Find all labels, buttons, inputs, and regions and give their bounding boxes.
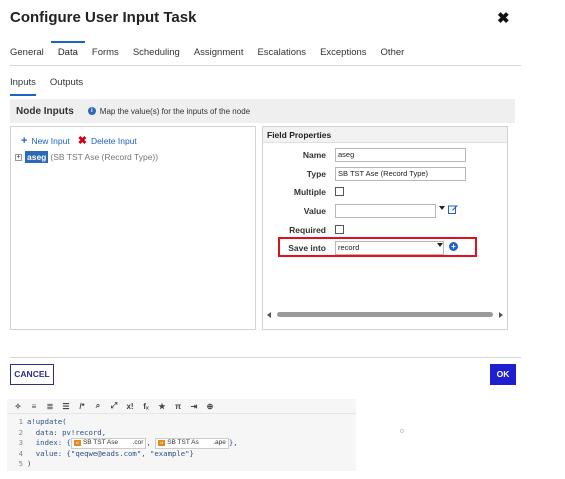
ok-button[interactable]: OK [490,364,516,385]
field-properties-panel: Field Properties Name aseg Type SB TST A… [262,126,508,330]
name-label: Name [302,150,326,160]
code-text: }, [228,438,238,447]
tree-node-name[interactable]: aseg [25,151,49,163]
type-label: Type [306,169,326,179]
name-field[interactable]: aseg [335,148,466,162]
code-line: 5 ) [7,459,356,470]
fold-hint: o [400,428,404,435]
new-input-label: New Input [31,135,70,146]
delete-input-button[interactable]: ✖ Delete Input [78,134,137,147]
scroll-right-icon[interactable] [499,312,503,318]
line-number: 1 [18,417,23,426]
node-input-tree-panel: + New Input ✖ Delete Input + aseg (SB TS… [10,126,256,330]
factorial-icon[interactable]: x! [122,402,138,411]
edit-expression-icon[interactable] [448,204,458,214]
node-inputs-help: Map the value(s) for the inputs of the n… [99,106,251,116]
tree-node-type: (SB TST Ase (Record Type)) [50,152,159,162]
code-text: ) [27,459,32,468]
multiple-row: Multiple [263,185,507,199]
cancel-button[interactable]: CANCEL [10,364,54,385]
code-text: value: {"qeqwe@eads.com", "example"} [27,448,194,458]
pi-icon[interactable]: π [170,402,186,411]
tab-other[interactable]: Other [374,41,412,66]
scrollbar-thumb[interactable] [277,312,493,317]
code-area[interactable]: 1 a!update( 2 data: pv!record, 3 index: … [7,417,356,470]
field-properties-title: Field Properties [263,127,507,143]
star-icon[interactable]: ★ [154,402,170,411]
comment-icon[interactable]: /* [74,402,90,411]
main-tabs: General Data Forms Scheduling Assignment… [10,41,521,66]
export-icon[interactable]: ⇥ [186,402,202,411]
code-text: a!update( [27,417,67,426]
editor-toolbar: ✧ ≡ ≣ ☰ /* ⌕ ⤢ x! fₓ ★ π ⇥ ⊕ [7,399,356,414]
info-icon: i [87,107,96,115]
type-row: Type SB TST Ase (Record Type) [263,167,507,181]
value-label: Value [303,206,326,216]
new-input-button[interactable]: + New Input [21,135,70,147]
line-number: 3 [18,438,23,447]
code-text: , [146,438,156,447]
record-field-chip[interactable]: rt SB TST As .ape [155,438,229,449]
sub-tabs: Inputs Outputs [10,72,521,96]
value-field[interactable] [335,204,436,218]
tree-node-row[interactable]: + aseg (SB TST Ase (Record Type)) [15,151,158,163]
horizontal-scrollbar[interactable] [267,310,503,320]
save-into-highlight [278,237,477,257]
record-field-chip[interactable]: rt SB TST Ase .cor [70,438,147,449]
footer-divider [10,357,521,358]
code-text: data: pv!record, [27,427,107,437]
delete-icon: ✖ [77,135,87,147]
line-number: 4 [18,448,23,458]
record-type-icon: rt [158,440,166,446]
code-line: 2 data: pv!record, [7,428,356,439]
tab-forms[interactable]: Forms [85,41,126,66]
tab-general[interactable]: General [10,41,51,66]
search-icon[interactable]: ⌕ [90,401,106,411]
code-line: 3 index: { rt SB TST Ase .cor , rt SB TST … [7,438,356,449]
tab-assignment[interactable]: Assignment [187,41,251,66]
type-field[interactable]: SB TST Ase (Record Type) [335,167,466,181]
tab-exceptions[interactable]: Exceptions [313,41,373,66]
code-text: index: { [27,438,71,447]
close-icon[interactable]: ✖ [497,9,510,27]
subtab-outputs[interactable]: Outputs [50,72,83,96]
globe-icon[interactable]: ⊕ [202,402,218,411]
expression-editor[interactable]: ✧ ≡ ≣ ☰ /* ⌕ ⤢ x! fₓ ★ π ⇥ ⊕ 1 a!update(… [7,399,356,471]
node-inputs-bar: Node Inputs i Map the value(s) for the i… [10,99,515,123]
required-label: Required [289,225,326,235]
function-icon[interactable]: fₓ [138,402,154,411]
chip-label: SB TST Ase .cor [82,439,144,446]
delete-input-label: Delete Input [90,135,137,146]
indent-icon[interactable]: ≡ [26,402,42,411]
chip-label: SB TST As .ape [167,439,226,446]
tab-escalations[interactable]: Escalations [250,41,313,66]
name-row: Name aseg [263,148,507,162]
required-checkbox[interactable] [335,225,344,234]
node-inputs-title: Node Inputs [16,105,74,117]
expand-icon[interactable]: + [15,153,22,161]
code-line: 4 value: {"qeqwe@eads.com", "example"} [7,449,356,460]
shuffle-icon[interactable]: ⤢ [106,401,122,411]
multiple-label: Multiple [293,187,326,197]
value-dropdown-caret-icon[interactable] [439,206,445,210]
wand-icon[interactable]: ✧ [10,402,26,411]
subtab-inputs[interactable]: Inputs [10,72,36,96]
line-number: 5 [18,459,23,468]
dialog-title: Configure User Input Task [10,9,197,26]
tab-data[interactable]: Data [50,41,85,66]
record-type-icon: rt [73,440,81,446]
tab-scheduling[interactable]: Scheduling [126,41,187,66]
multiple-checkbox[interactable] [335,187,344,196]
code-line: 1 a!update( [7,417,356,428]
list-icon[interactable]: ☰ [58,402,74,411]
outdent-icon[interactable]: ≣ [42,402,58,411]
plus-icon: + [21,134,28,147]
line-number: 2 [18,427,23,437]
value-row: Value [263,204,507,218]
required-row: Required [263,223,507,237]
scroll-left-icon[interactable] [267,312,271,318]
tree-actions: + New Input ✖ Delete Input [21,134,137,148]
